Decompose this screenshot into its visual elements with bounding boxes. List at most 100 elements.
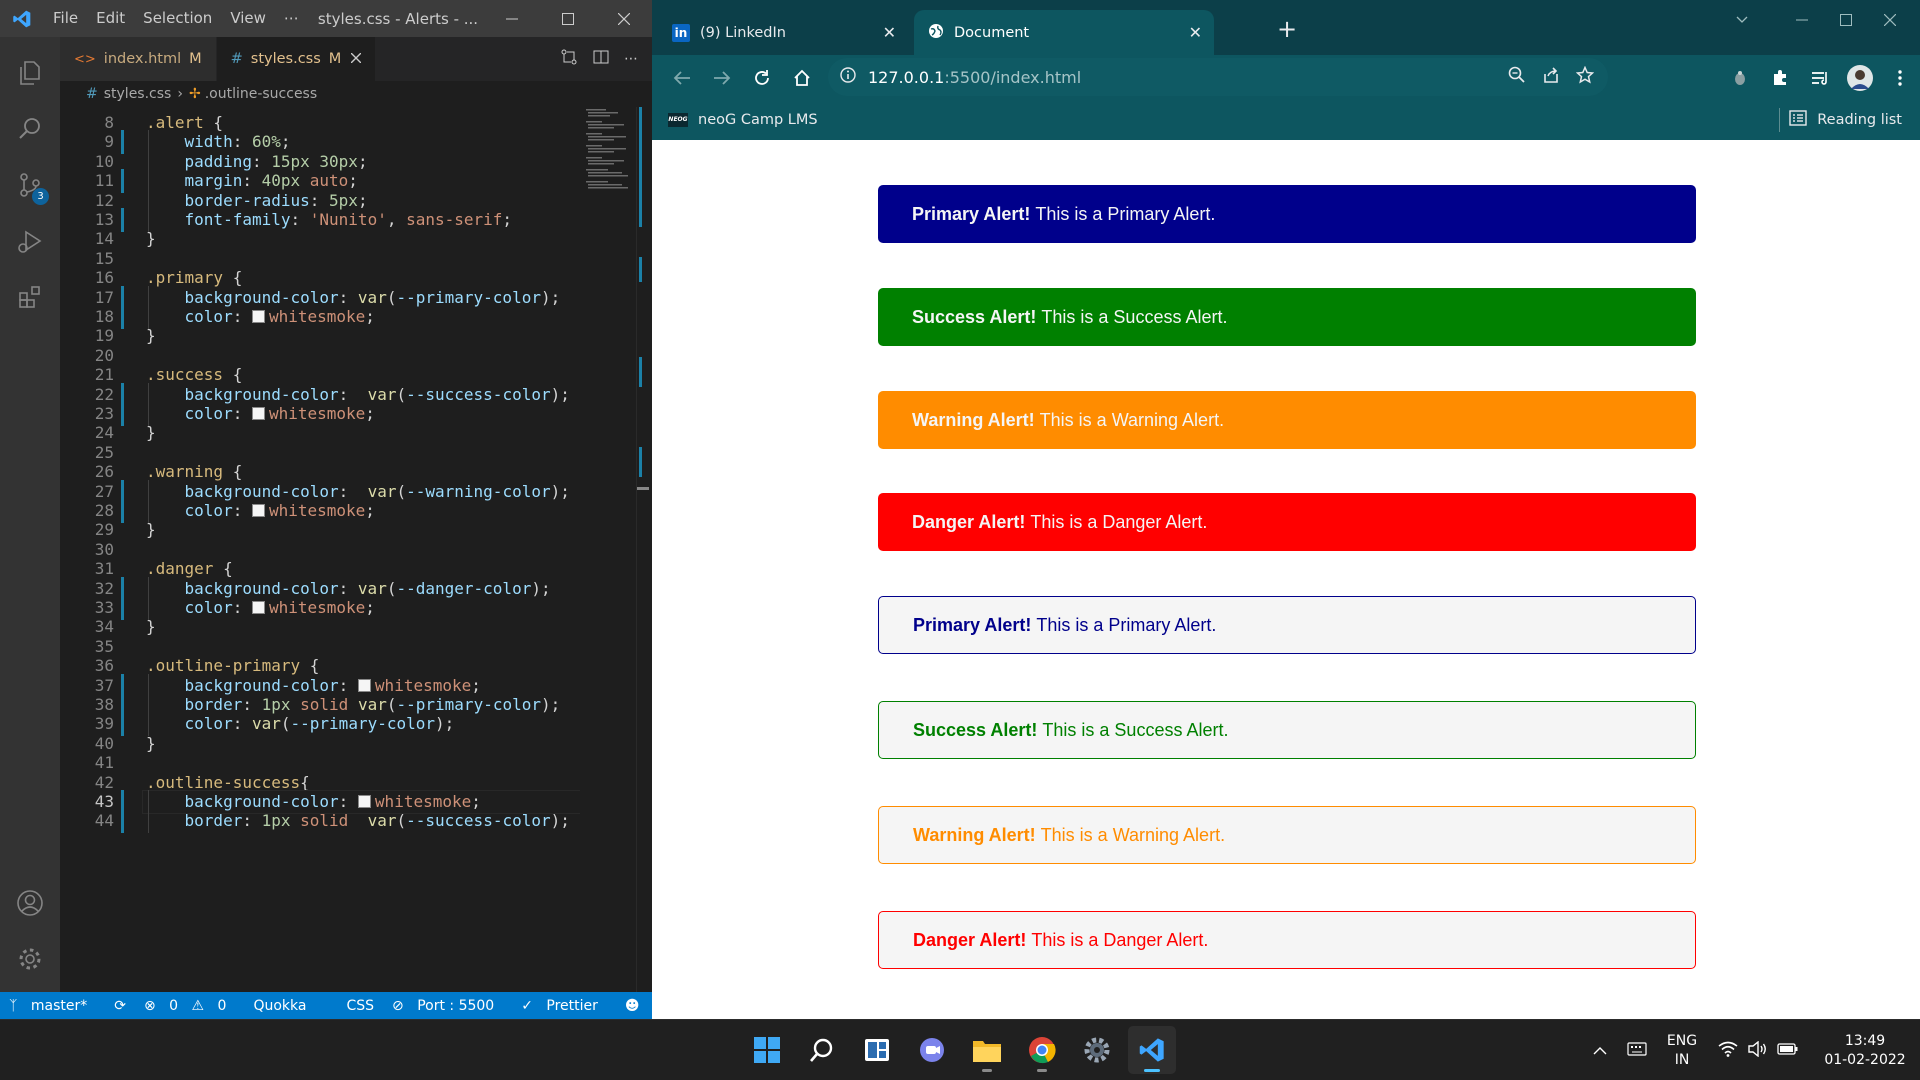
chrome-window: in (9) LinkedIn ✕ Document ✕ + 127.0.0.1… [652, 0, 1920, 1019]
css-icon: # [230, 51, 243, 67]
menu-view[interactable]: View [221, 0, 275, 37]
code-editor[interactable]: 8 .alert {9 width: 60%; 10 padding: 15px 3… [60, 111, 580, 991]
reading-list-button[interactable]: Reading list [1789, 100, 1902, 140]
tab-close-icon[interactable] [350, 51, 362, 67]
color-swatch-icon[interactable] [357, 678, 371, 692]
back-arrow-icon[interactable] [662, 58, 702, 98]
run-debug-icon[interactable] [0, 213, 60, 269]
chevron-up-icon[interactable] [1585, 1043, 1615, 1059]
extensions-puzzle-icon[interactable] [1760, 58, 1800, 98]
editor-actions: ⋯ [560, 37, 652, 81]
manage-gear-icon[interactable] [0, 931, 60, 987]
wifi-icon[interactable] [1713, 1041, 1743, 1061]
html-icon: <> [74, 51, 96, 67]
forward-arrow-icon[interactable] [702, 58, 742, 98]
site-info-icon[interactable] [840, 67, 856, 87]
menu-file[interactable]: File [44, 0, 87, 37]
alert-message: This is a Danger Alert. [1031, 929, 1209, 950]
tab-modified-badge: M [328, 51, 342, 67]
teams-chat-icon[interactable] [908, 1026, 956, 1074]
tab-document[interactable]: Document ✕ [914, 10, 1214, 55]
tab-search-chevron-icon[interactable] [1712, 0, 1772, 40]
editor-scrollbar[interactable] [636, 107, 650, 992]
language-indicator[interactable]: ENG IN [1659, 1032, 1705, 1070]
start-windows-icon[interactable] [743, 1026, 791, 1074]
split-editor-icon[interactable] [592, 48, 610, 70]
keyboard-icon[interactable] [1615, 1041, 1659, 1060]
language-mode[interactable]: CSS [337, 998, 383, 1014]
clock[interactable]: 13:49 01-02-2022 [1817, 1032, 1913, 1070]
bookmarks-divider [1779, 108, 1780, 132]
symbol-class-icon: ✢ [188, 86, 201, 102]
explorer-icon[interactable] [0, 45, 60, 101]
lang-region: IN [1674, 1051, 1690, 1068]
clock-date: 01-02-2022 [1824, 1051, 1906, 1068]
share-icon[interactable] [1542, 66, 1560, 88]
feedback-icon[interactable]: ☻ [616, 998, 649, 1014]
vscode-app-icon[interactable] [1128, 1026, 1176, 1074]
alert-message: This is a Success Alert. [1041, 306, 1228, 327]
git-branch[interactable]: ᛉ master* [0, 998, 105, 1014]
volume-icon[interactable] [1743, 1040, 1773, 1061]
tab-close-icon[interactable]: ✕ [883, 23, 896, 42]
color-swatch-icon[interactable] [251, 407, 265, 420]
alert-heading: Success Alert! [913, 719, 1038, 740]
accounts-icon[interactable] [0, 875, 60, 931]
reload-icon[interactable] [742, 58, 782, 98]
minimize-button[interactable] [484, 0, 540, 37]
code-line[interactable]: 44 border: 1px solid var(--success-color… [60, 809, 580, 834]
search-icon[interactable] [0, 101, 60, 157]
vscode-menu-bar: File Edit Selection View ⋯ [44, 0, 308, 37]
menu-edit[interactable]: Edit [87, 0, 134, 37]
prettier-status[interactable]: ✓ Prettier [512, 998, 616, 1014]
profile-avatar[interactable] [1840, 58, 1880, 98]
home-icon[interactable] [782, 58, 822, 98]
problems-indicator[interactable]: ⊗ 0 ⚠ 0 [135, 998, 244, 1014]
media-playlist-icon[interactable] [1800, 58, 1840, 98]
color-swatch-icon[interactable] [251, 504, 265, 517]
extensions-icon[interactable] [0, 269, 60, 325]
task-view-icon[interactable] [853, 1026, 901, 1074]
bookmark-neog-camp[interactable]: neoG Camp LMS [698, 112, 818, 128]
tab-close-icon[interactable]: ✕ [1189, 23, 1202, 42]
zoom-icon[interactable] [1508, 66, 1526, 88]
close-window-button[interactable] [1860, 0, 1920, 40]
extension-icon[interactable] [1720, 58, 1760, 98]
globe-icon [928, 23, 944, 43]
bookmark-star-icon[interactable] [1575, 65, 1595, 88]
menu-more[interactable]: ⋯ [275, 0, 308, 37]
file-explorer-icon[interactable] [963, 1026, 1011, 1074]
close-window-button[interactable] [596, 0, 652, 37]
windows-taskbar: ENG IN 13:49 01-02-2022 [0, 1019, 1920, 1080]
tab-styles-css[interactable]: # styles.css M [216, 37, 377, 81]
color-swatch-icon[interactable] [357, 795, 371, 808]
settings-gear-icon[interactable] [1073, 1026, 1121, 1074]
compare-changes-icon[interactable] [560, 48, 578, 70]
tab-linkedin[interactable]: in (9) LinkedIn ✕ [658, 10, 908, 55]
color-swatch-icon[interactable] [251, 601, 265, 614]
breadcrumb-file[interactable]: styles.css [104, 86, 172, 102]
url-path: :5500/index.html [944, 67, 1082, 87]
chrome-app-icon[interactable] [1018, 1026, 1066, 1074]
maximize-button[interactable] [540, 0, 596, 37]
chrome-menu-icon[interactable] [1880, 58, 1920, 98]
tab-title: Document [954, 24, 1030, 41]
minimap[interactable] [580, 107, 636, 992]
new-tab-button[interactable]: + [1272, 14, 1302, 44]
menu-selection[interactable]: Selection [134, 0, 221, 37]
color-swatch-icon[interactable] [251, 310, 265, 323]
alert-heading: Success Alert! [912, 306, 1037, 327]
tab-index-html[interactable]: <> index.html M [60, 37, 217, 81]
breadcrumb-symbol[interactable]: .outline-success [205, 86, 317, 102]
more-actions-icon[interactable]: ⋯ [624, 51, 638, 67]
editor-tabs: <> index.html M # styles.css M ⋯ [60, 37, 652, 81]
battery-icon[interactable] [1773, 1042, 1803, 1060]
source-control-icon[interactable]: 3 [0, 157, 60, 213]
quokka-status[interactable]: Quokka [244, 998, 315, 1014]
chrome-toolbar: 127.0.0.1:5500/index.html [652, 55, 1920, 100]
search-icon[interactable] [798, 1026, 846, 1074]
alert-outline-danger: Danger Alert! This is a Danger Alert. [878, 911, 1696, 969]
sync-icon[interactable]: ⟳ [105, 998, 135, 1014]
address-bar[interactable]: 127.0.0.1:5500/index.html [828, 58, 1608, 96]
live-server-port[interactable]: ⊘ Port : 5500 [383, 998, 512, 1014]
